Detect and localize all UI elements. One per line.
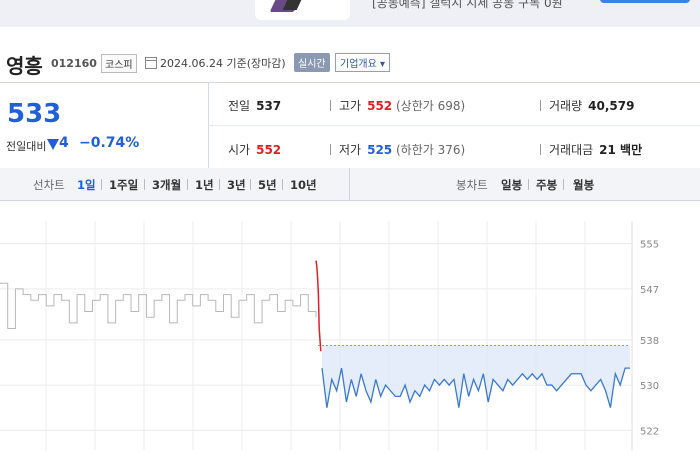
tab-divider [528,179,529,190]
opening-spike-line [315,260,322,352]
high-price: 고가 552 (상한가 698) [339,97,465,114]
amount-label: 거래대금 [549,143,594,157]
divider [330,100,331,111]
tab-daily-candle[interactable]: 일봉 [501,177,522,193]
ad-text: [공동예측] 갤럭시 시세 공동 구독 0원 [372,0,563,10]
intraday-chart[interactable]: 555 547 538 530 522 [0,201,700,450]
tab-10year[interactable]: 10년 [290,177,317,193]
tab-divider [563,179,564,190]
trade-amount: 거래대금 21 백만 [549,141,642,158]
chart-tab-bar: 선차트 1일 1주일 3개월 1년 3년 5년 10년 봉차트 일봉 주봉 월봉 [0,168,700,201]
row-separator [208,125,700,126]
tab-monthly-candle[interactable]: 월봉 [573,177,594,193]
change-value: 4 [59,135,69,151]
previous-day-line [0,282,317,330]
candle-chart-label: 봉차트 [456,178,488,192]
open-label: 시가 [228,143,251,157]
open-price: 시가 552 [228,141,281,158]
y-tick-label: 522 [640,426,659,437]
y-tick-label: 555 [640,240,659,251]
change-label: 전일대비 [6,140,47,153]
current-price-panel: 533 전일대비 4 −0.74% [0,83,209,168]
tab-5year[interactable]: 5년 [258,177,277,193]
company-overview-dropdown[interactable]: 기업개요 ▾ [335,53,390,72]
calendar-icon [145,57,157,69]
chart-svg: 555 547 538 530 522 [0,221,659,450]
market-badge: 코스피 [101,54,137,73]
low-value: 525 [367,143,393,157]
down-triangle-icon [47,139,59,150]
high-label: 고가 [339,99,362,113]
divider [540,144,541,155]
amount-value: 21 백만 [599,143,643,157]
tab-1year[interactable]: 1년 [195,177,214,193]
base-date: 2024.06.24 기준(장마감) [160,57,286,70]
high-value: 552 [367,99,393,113]
volume-label: 거래량 [549,99,583,113]
y-tick-label: 530 [640,381,659,392]
tab-divider [144,179,145,190]
y-tick-label: 538 [640,336,659,347]
prev-close: 전일 537 [228,97,281,114]
stock-title-row: 영흥 012160 코스피 2024.06.24 기준(장마감) 실시간 기업개… [0,48,700,78]
below-prev-close-fill [322,345,630,408]
ad-button[interactable] [600,0,690,3]
current-price: 533 [7,99,62,129]
upper-limit: (상한가 698) [395,99,466,113]
tab-divider [250,179,251,190]
tab-divider [219,179,220,190]
tab-divider [187,179,188,190]
tab-group-separator [349,168,350,200]
tab-divider [101,179,102,190]
divider [540,100,541,111]
lower-limit: (하한가 376) [395,143,466,157]
low-price: 저가 525 (하한가 376) [339,141,465,158]
realtime-button[interactable]: 실시간 [294,53,330,72]
open-value: 552 [256,143,282,157]
prev-close-value: 537 [256,99,282,113]
tab-weekly-candle[interactable]: 주봉 [536,177,557,193]
price-summary: 533 전일대비 4 −0.74% 전일 537 고가 552 (상한가 698) … [0,82,700,169]
tab-divider [282,179,283,190]
prev-close-label: 전일 [228,99,251,113]
line-chart-label: 선차트 [33,178,65,192]
change-percent: −0.74% [79,135,140,151]
y-tick-label: 547 [640,285,659,296]
ad-banner[interactable]: [공동예측] 갤럭시 시세 공동 구독 0원 [0,0,700,27]
low-label: 저가 [339,143,362,157]
stock-code: 012160 [51,57,97,70]
stock-name[interactable]: 영흥 [6,50,43,79]
tab-3month[interactable]: 3개월 [152,177,181,193]
tab-1day[interactable]: 1일 [77,177,96,193]
volume-value: 40,579 [588,99,635,113]
ad-phone-image [255,0,350,20]
tab-1week[interactable]: 1주일 [109,177,138,193]
tab-3year[interactable]: 3년 [227,177,246,193]
volume: 거래량 40,579 [549,97,634,114]
divider [330,144,331,155]
